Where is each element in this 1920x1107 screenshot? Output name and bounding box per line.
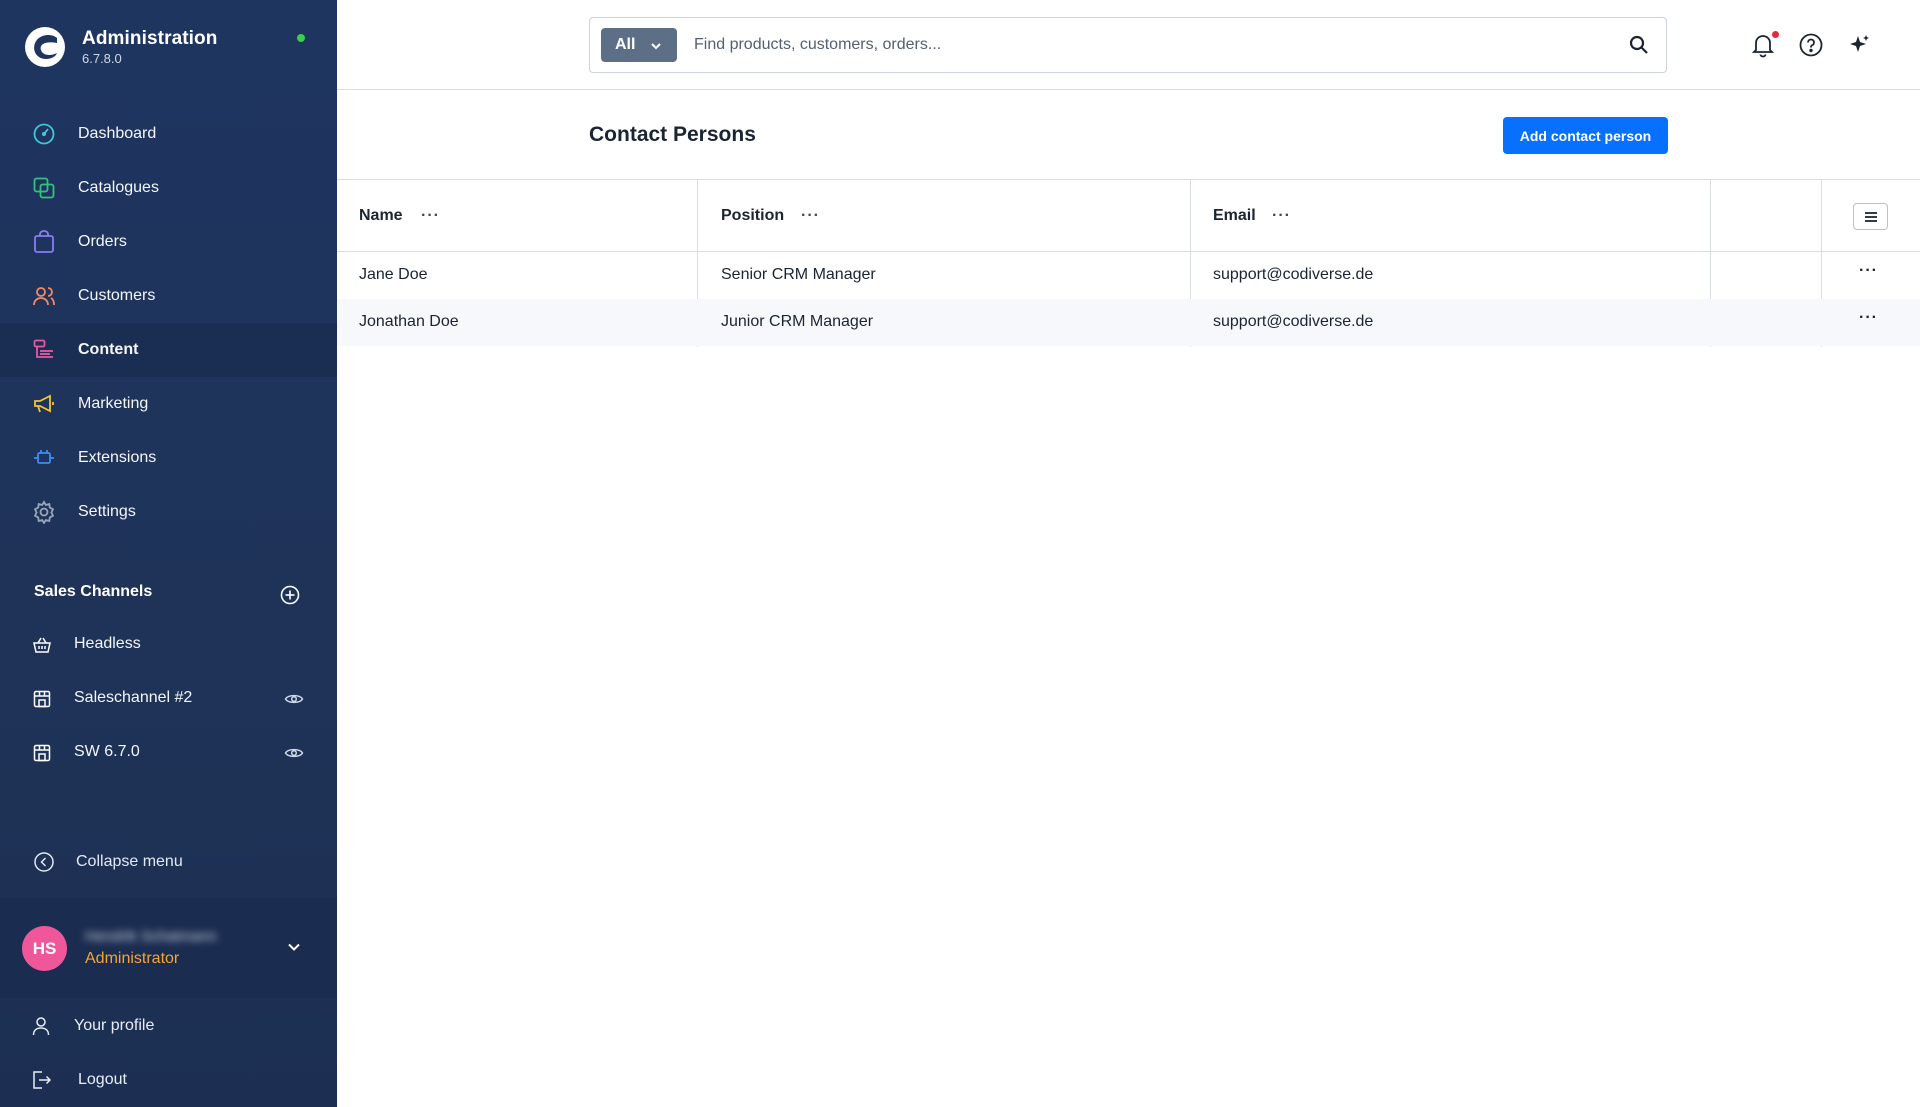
storefront-icon [33,690,51,708]
collapse-left-icon [34,852,54,872]
page-title: Contact Persons [589,123,756,146]
basket-icon [33,637,51,653]
nav-label: Customers [78,287,156,304]
nav-label: Settings [78,503,136,520]
row-actions-button[interactable]: ··· [1859,262,1878,280]
nav-item-extensions[interactable]: Extensions [0,431,337,485]
status-indicator [297,34,305,42]
column-header-email[interactable]: Email [1213,207,1256,225]
nav-label: Extensions [78,449,157,466]
column-options-icon[interactable]: ··· [421,207,440,225]
search-input[interactable] [694,32,1594,58]
sales-channel-label: Saleschannel #2 [74,689,193,706]
your-profile-link[interactable]: Your profile [0,1006,337,1046]
eye-icon[interactable] [284,745,304,761]
eye-icon[interactable] [284,691,304,707]
column-options-icon[interactable]: ··· [1272,207,1291,225]
your-profile-label: Your profile [74,1017,155,1034]
logout-link[interactable]: Logout [0,1060,337,1100]
table-row[interactable]: Jane Doe Senior CRM Manager support@codi… [337,252,1920,299]
top-bar: All [337,0,1920,90]
user-icon [32,1017,50,1036]
table-row[interactable]: Jonathan Doe Junior CRM Manager support@… [337,299,1920,346]
ai-sparkle-icon[interactable] [1847,32,1873,58]
grid-settings-button[interactable] [1853,203,1888,230]
content-icon [33,339,53,358]
app-title: Administration [82,28,218,49]
chevron-down-icon [651,43,661,50]
contact-persons-table: Name ··· Position ··· Email ··· Jane Doe… [337,180,1920,347]
sales-channel-label: Headless [74,635,141,652]
column-header-name[interactable]: Name [359,207,403,225]
user-name: Hendrik Schatmann [85,928,217,945]
logout-icon [33,1071,52,1089]
nav-label: Orders [78,233,127,250]
sales-channels-title: Sales Channels [34,583,153,600]
column-header-position[interactable]: Position [721,207,784,225]
logout-label: Logout [78,1071,127,1088]
page-header: Contact Persons Add contact person [337,91,1920,180]
global-search: All [589,17,1667,73]
sales-channel-item-sw-670[interactable]: SW 6.7.0 [0,726,337,780]
search-type-label: All [615,36,636,53]
sales-channel-label: SW 6.7.0 [74,743,140,760]
add-contact-person-button[interactable]: Add contact person [1503,117,1668,154]
collapse-menu-button[interactable]: Collapse menu [0,843,337,881]
row-actions-button[interactable]: ··· [1859,309,1878,327]
main-nav: Dashboard Catalogues Orders Customers Co… [0,107,337,539]
cell-position: Senior CRM Manager [721,266,876,283]
user-role: Administrator [85,950,180,967]
help-icon[interactable] [1798,32,1824,58]
search-type-dropdown[interactable]: All [601,28,677,62]
avatar: HS [22,926,67,971]
menu-lines-icon [1865,212,1877,222]
table-header: Name ··· Position ··· Email ··· [337,180,1920,252]
shopware-logo-icon[interactable] [24,26,66,68]
nav-item-customers[interactable]: Customers [0,269,337,323]
chevron-down-icon[interactable] [285,938,303,956]
extensions-icon [34,450,54,464]
column-options-icon[interactable]: ··· [801,207,820,225]
notification-badge [1772,31,1779,38]
customers-icon [33,287,55,306]
catalogues-icon [33,177,55,199]
sales-channel-list: Headless Saleschannel #2 SW 6.7.0 [0,618,337,780]
nav-item-settings[interactable]: Settings [0,485,337,539]
nav-label: Dashboard [78,125,157,142]
nav-item-content[interactable]: Content [0,323,337,377]
nav-label: Marketing [78,395,149,412]
marketing-icon [34,394,54,413]
sidebar: Administration 6.7.8.0 Dashboard Catalog… [0,0,337,1107]
search-icon[interactable] [1628,34,1650,56]
storefront-icon [33,744,51,762]
cell-email: support@codiverse.de [1213,266,1374,283]
settings-icon [33,500,55,524]
nav-label: Content [78,341,139,358]
cell-name: Jonathan Doe [359,313,459,330]
cell-name: Jane Doe [359,266,428,283]
orders-icon [34,230,54,253]
sales-channel-item-saleschannel-2[interactable]: Saleschannel #2 [0,672,337,726]
user-menu[interactable]: HS Hendrik Schatmann Administrator [0,898,337,998]
nav-item-marketing[interactable]: Marketing [0,377,337,431]
cell-position: Junior CRM Manager [721,313,874,330]
brand-header: Administration 6.7.8.0 [0,0,337,94]
nav-item-dashboard[interactable]: Dashboard [0,107,337,161]
dashboard-icon [33,123,55,145]
nav-item-orders[interactable]: Orders [0,215,337,269]
sales-channel-item-headless[interactable]: Headless [0,618,337,672]
app-version: 6.7.8.0 [82,51,122,66]
cell-email: support@codiverse.de [1213,313,1374,330]
collapse-menu-label: Collapse menu [76,853,183,870]
nav-item-catalogues[interactable]: Catalogues [0,161,337,215]
add-sales-channel-icon[interactable] [280,585,300,605]
nav-label: Catalogues [78,179,159,196]
